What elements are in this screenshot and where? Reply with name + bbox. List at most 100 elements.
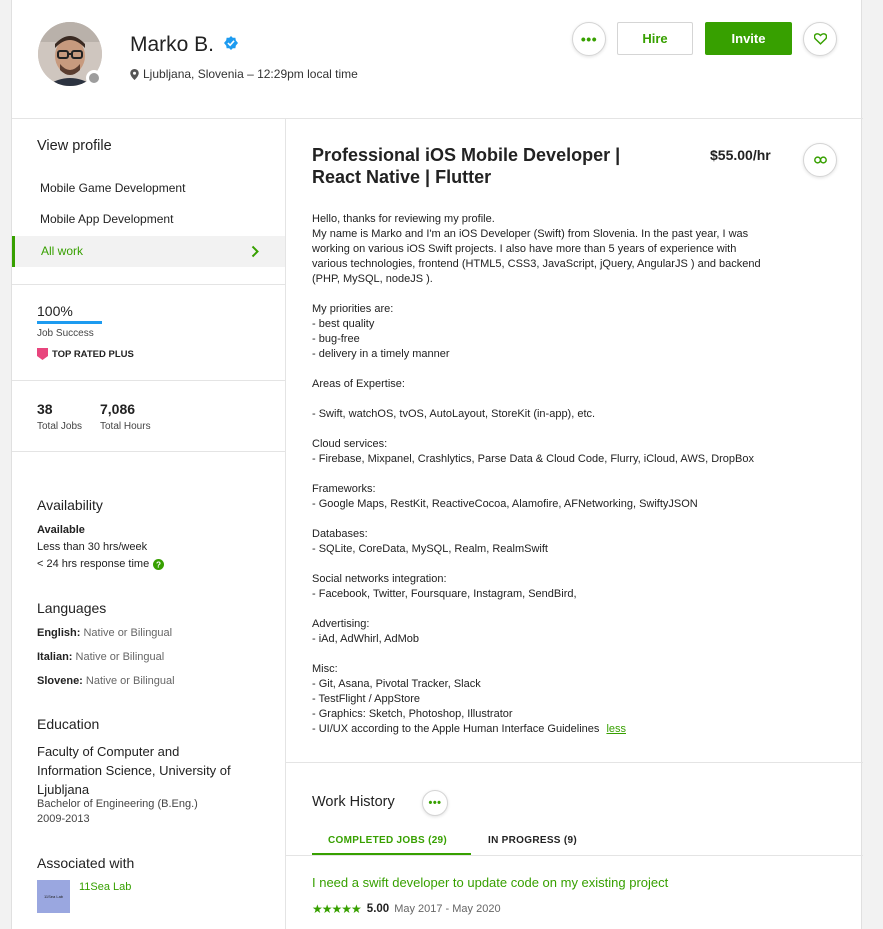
profile-header: Marko B. Ljubljana, Slovenia – 12:29pm l…: [12, 0, 863, 119]
profile-title-line: Professional iOS Mobile Developer |: [312, 145, 621, 165]
agency-link[interactable]: 11Sea Lab: [79, 881, 131, 893]
invite-button[interactable]: Invite: [705, 22, 792, 55]
svg-text:?: ?: [156, 560, 161, 569]
description-line: - Git, Asana, Pivotal Tracker, Slack: [312, 678, 481, 690]
hire-button[interactable]: Hire: [617, 22, 693, 55]
location-pin-icon: [130, 68, 139, 80]
offline-status-dot: [86, 70, 102, 86]
description-line: - best quality: [312, 318, 375, 330]
total-hours-value: 7,086: [100, 401, 136, 417]
agency-logo-text: 11Sea Lab: [43, 894, 64, 899]
profile-title-line: React Native | Flutter: [312, 167, 492, 187]
job-success-label: Job Success: [37, 328, 94, 339]
verified-icon: [224, 36, 238, 50]
copy-link-button[interactable]: [803, 143, 837, 177]
divider: [286, 762, 863, 763]
description-line: - iAd, AdWhirl, AdMob: [312, 633, 419, 645]
profile-card: Marko B. Ljubljana, Slovenia – 12:29pm l…: [11, 0, 863, 929]
description-line: - Facebook, Twitter, Foursquare, Instagr…: [312, 588, 577, 600]
description-line: - Google Maps, RestKit, ReactiveCocoa, A…: [312, 498, 698, 510]
total-jobs-value: 38: [37, 401, 53, 417]
education-school: Faculty of Computer and Information Scie…: [37, 742, 277, 799]
language-name: Italian:: [37, 651, 73, 663]
work-history-title: Work History: [312, 794, 395, 810]
description-line: Social networks integration:: [312, 573, 447, 585]
language-item: Slovene: Native or Bilingual: [37, 675, 175, 687]
badge-label: TOP RATED PLUS: [52, 348, 134, 360]
sidebar-item-mobile-game-development[interactable]: Mobile Game Development: [40, 181, 185, 195]
availability-title: Availability: [37, 497, 103, 513]
description-line: [312, 362, 842, 377]
description-line: Advertising:: [312, 618, 370, 630]
hourly-rate: $55.00/hr: [710, 147, 771, 163]
save-favorite-button[interactable]: [803, 22, 837, 56]
divider: [286, 855, 863, 856]
education-school-line: Ljubljana: [37, 782, 90, 797]
profile-description: Hello, thanks for reviewing my profile. M…: [312, 212, 842, 737]
profile-location: Ljubljana, Slovenia – 12:29pm local time: [130, 67, 358, 81]
more-icon: •••: [428, 797, 442, 809]
education-title: Education: [37, 716, 100, 732]
education-years: 2009-2013: [37, 813, 90, 825]
associated-title: Associated with: [37, 855, 135, 871]
description-line: (PHP, MySQL, nodeJS ).: [312, 273, 433, 285]
description-line: Frameworks:: [312, 483, 376, 495]
description-line: - SQLite, CoreData, MySQL, Realm, RealmS…: [312, 543, 548, 555]
sidebar-item-mobile-app-development[interactable]: Mobile App Development: [40, 212, 173, 226]
link-icon: [813, 156, 827, 164]
badge-icon: [37, 348, 48, 360]
sidebar-item-all-work[interactable]: All work: [12, 236, 285, 267]
description-line: [312, 647, 842, 662]
language-name: English:: [37, 627, 81, 639]
education-school-line: Faculty of Computer and: [37, 744, 180, 759]
description-line: - UI/UX according to the Apple Human Int…: [312, 723, 626, 735]
heart-icon: [813, 33, 827, 45]
education-degree: Bachelor of Engineering (B.Eng.): [37, 798, 198, 810]
description-line: [312, 512, 842, 527]
sidebar-item-label: All work: [41, 244, 84, 258]
description-line: [312, 422, 842, 437]
description-line: - Swift, watchOS, tvOS, AutoLayout, Stor…: [312, 408, 596, 420]
tab-in-progress[interactable]: IN PROGRESS (9): [488, 835, 577, 846]
tab-completed-jobs[interactable]: COMPLETED JOBS (29): [328, 835, 447, 846]
language-item: Italian: Native or Bilingual: [37, 651, 164, 663]
chevron-right-icon: [251, 245, 259, 258]
language-level: Native or Bilingual: [83, 627, 173, 639]
more-options-button[interactable]: •••: [572, 22, 606, 56]
description-line: [312, 467, 842, 482]
job-success-value: 100%: [37, 303, 73, 319]
total-hours-label: Total Hours: [100, 421, 151, 432]
agency-logo[interactable]: 11Sea Lab: [37, 880, 70, 913]
job-success-bar-fill: [37, 321, 102, 324]
description-line: [312, 602, 842, 617]
location-text: Ljubljana, Slovenia – 12:29pm local time: [143, 67, 358, 81]
job-title-link[interactable]: I need a swift developer to update code …: [312, 875, 668, 890]
profile-title: Professional iOS Mobile Developer | Reac…: [312, 144, 672, 188]
description-line: Databases:: [312, 528, 368, 540]
language-level: Native or Bilingual: [85, 675, 175, 687]
job-meta: ★★★★★ 5.00 May 2017 - May 2020: [312, 902, 501, 916]
availability-response: < 24 hrs response time ?: [37, 558, 165, 570]
language-name: Slovene:: [37, 675, 83, 687]
description-line: My name is Marko and I'm an iOS Develope…: [312, 228, 749, 240]
description-line: - delivery in a timely manner: [312, 348, 450, 360]
question-icon[interactable]: ?: [153, 558, 165, 570]
work-history-more-button[interactable]: •••: [422, 790, 448, 816]
top-rated-plus-badge: TOP RATED PLUS: [37, 348, 134, 360]
education-school-line: Information Science, University of: [37, 763, 231, 778]
job-rating: 5.00: [366, 903, 390, 915]
availability-status: Available: [37, 524, 85, 536]
description-line: - Firebase, Mixpanel, Crashlytics, Parse…: [312, 453, 754, 465]
description-line: [312, 557, 842, 572]
description-line: working on various iOS Swift projects. I…: [312, 243, 737, 255]
response-time-text: < 24 hrs response time: [37, 558, 150, 570]
profile-sidebar: View profile Mobile Game Development Mob…: [12, 119, 286, 929]
description-line: My priorities are:: [312, 303, 394, 315]
total-jobs-label: Total Jobs: [37, 421, 83, 432]
description-line: Misc:: [312, 663, 338, 675]
description-line: [312, 287, 842, 302]
language-item: English: Native or Bilingual: [37, 627, 172, 639]
less-link[interactable]: less: [606, 723, 626, 735]
profile-main: Professional iOS Mobile Developer | Reac…: [286, 119, 863, 929]
profile-name: Marko B.: [130, 33, 215, 56]
